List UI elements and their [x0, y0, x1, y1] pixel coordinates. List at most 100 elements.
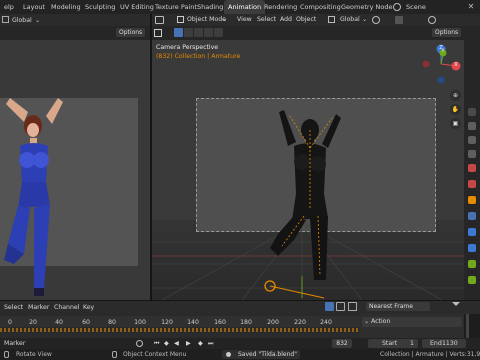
select-box-mode-icon[interactable] — [174, 28, 183, 37]
play-reverse-icon[interactable]: ◀ — [174, 339, 179, 348]
status-context-menu: Object Context Menu — [123, 351, 187, 358]
ruler-label: 80 — [108, 319, 116, 326]
keying-dropdown[interactable]: Nearest Frame — [366, 302, 430, 311]
status-stats: Collection | Armature | Verts:31,909 | F — [380, 351, 480, 358]
start-label: Start — [382, 340, 398, 347]
ruler-label: 20 — [29, 319, 37, 326]
left-options-button[interactable]: Options — [116, 28, 146, 37]
ruler-label: 160 — [214, 319, 226, 326]
select-arrow-icon[interactable] — [325, 302, 334, 311]
tool-properties-icon[interactable] — [468, 108, 476, 116]
play-icon[interactable]: ▶ — [186, 339, 191, 348]
keyframe-summary-row[interactable] — [0, 328, 360, 332]
transform-orientation-icon — [328, 16, 335, 23]
cursor-select-icon[interactable] — [154, 29, 162, 37]
constraint-properties-icon[interactable] — [468, 260, 476, 268]
select-extend-icon[interactable] — [184, 28, 193, 37]
tab-modeling[interactable]: Modeling — [47, 0, 85, 14]
end-value: 1130 — [442, 340, 458, 347]
object-mode-chevron-icon: ⌄ — [222, 16, 228, 23]
main-character-render — [270, 110, 341, 280]
menu-object[interactable]: Object — [296, 15, 316, 24]
next-key-icon[interactable]: ◆ — [198, 339, 203, 348]
ruler-label: 180 — [240, 319, 252, 326]
ruler-label: 100 — [134, 319, 146, 326]
zoom-icon[interactable]: ⊕ — [450, 90, 461, 101]
tab-sculpting[interactable]: Sculpting — [81, 0, 119, 14]
record-icon[interactable] — [136, 340, 143, 347]
menu-view[interactable]: View — [237, 15, 252, 24]
editor-type-icon[interactable] — [155, 16, 164, 24]
end-label: End — [430, 340, 442, 347]
box-select-icon[interactable] — [336, 302, 345, 311]
mouse-left-icon — [4, 351, 9, 358]
pivot-icon[interactable] — [372, 16, 380, 24]
particle-properties-icon[interactable] — [468, 228, 476, 236]
prev-key-icon[interactable]: ◆ — [164, 339, 169, 348]
jump-start-icon[interactable]: ⏮ — [154, 339, 160, 348]
pan-hand-icon[interactable]: ✋ — [450, 104, 461, 115]
left-character-render — [4, 98, 63, 296]
timeline-menu-select[interactable]: Select — [4, 303, 23, 312]
tab-geometry-nodes[interactable]: Geometry Node — [337, 0, 396, 14]
physics-properties-icon[interactable] — [468, 244, 476, 252]
menu-select[interactable]: Select — [257, 15, 276, 24]
jump-end-icon[interactable]: ⏭ — [208, 339, 214, 348]
current-frame-field[interactable]: 832 — [332, 339, 352, 348]
status-saved-message: Saved "Tilda.blend" — [238, 351, 297, 358]
scene-close-icon[interactable]: ✕ — [466, 2, 476, 12]
tab-shading[interactable]: Shading — [193, 0, 227, 14]
scene-name[interactable]: Scene — [402, 0, 430, 14]
main-options-button[interactable]: Options — [432, 28, 462, 37]
ruler-label: 200 — [267, 319, 279, 326]
filter-icon[interactable] — [452, 302, 460, 310]
collection-info-label: (832) Collection | Armature — [156, 53, 241, 60]
timeline-menu-marker[interactable]: Marker — [28, 303, 49, 312]
tab-layout[interactable]: Layout — [19, 0, 49, 14]
main-orientation-dropdown[interactable]: Global — [340, 15, 360, 24]
world-properties-icon[interactable] — [468, 180, 476, 188]
modifier-properties-icon[interactable] — [468, 212, 476, 220]
object-mode-icon — [177, 16, 184, 23]
start-value: 1 — [410, 340, 414, 347]
scene-properties-icon[interactable] — [468, 164, 476, 172]
object-properties-icon[interactable] — [468, 196, 476, 204]
data-properties-icon[interactable] — [468, 276, 476, 284]
ruler-label: 240 — [320, 319, 332, 326]
render-properties-icon[interactable] — [468, 122, 476, 130]
ruler-label: 140 — [187, 319, 199, 326]
select-invert-icon[interactable] — [204, 28, 213, 37]
transform-icon[interactable] — [2, 16, 9, 23]
info-icon — [226, 352, 231, 357]
camera-view-icon[interactable]: ▣ — [450, 118, 461, 129]
menu-help[interactable]: elp — [0, 0, 18, 14]
menu-add[interactable]: Add — [280, 15, 292, 24]
select-intersect-icon[interactable] — [214, 28, 223, 37]
action-chevron-icon: ⌄ — [364, 318, 370, 325]
action-label: Action — [371, 318, 391, 325]
proportional-edit-icon[interactable] — [428, 16, 436, 24]
timeline-menu-channel[interactable]: Channel — [54, 303, 79, 312]
timeline-menu-key[interactable]: Key — [83, 303, 94, 312]
gizmo-x-label: X — [454, 62, 458, 68]
gizmo-y-label: Y — [441, 49, 445, 54]
mouse-right-icon — [112, 351, 117, 358]
tab-animation[interactable]: Animation — [224, 0, 266, 14]
left-orientation-dropdown[interactable]: Global — [12, 16, 32, 25]
ruler-label: 40 — [55, 319, 63, 326]
ruler-label: 60 — [82, 319, 90, 326]
marker-label: Marker — [4, 340, 26, 347]
ruler-label: 120 — [161, 319, 173, 326]
view-layer-icon[interactable] — [468, 150, 476, 158]
snap-icon[interactable] — [395, 16, 403, 24]
scene-icon[interactable] — [393, 3, 401, 11]
snap-toggle-icon[interactable] — [348, 302, 357, 311]
ruler-label: 0 — [8, 319, 12, 326]
ruler-label: 220 — [294, 319, 306, 326]
main-orientation-chevron-icon: ⌄ — [362, 16, 368, 23]
camera-perspective-label: Camera Perspective — [156, 44, 219, 51]
select-subtract-icon[interactable] — [194, 28, 203, 37]
object-mode-dropdown[interactable]: Object Mode — [187, 15, 226, 24]
status-rotate-view: Rotate View — [16, 351, 52, 358]
output-properties-icon[interactable] — [468, 136, 476, 144]
